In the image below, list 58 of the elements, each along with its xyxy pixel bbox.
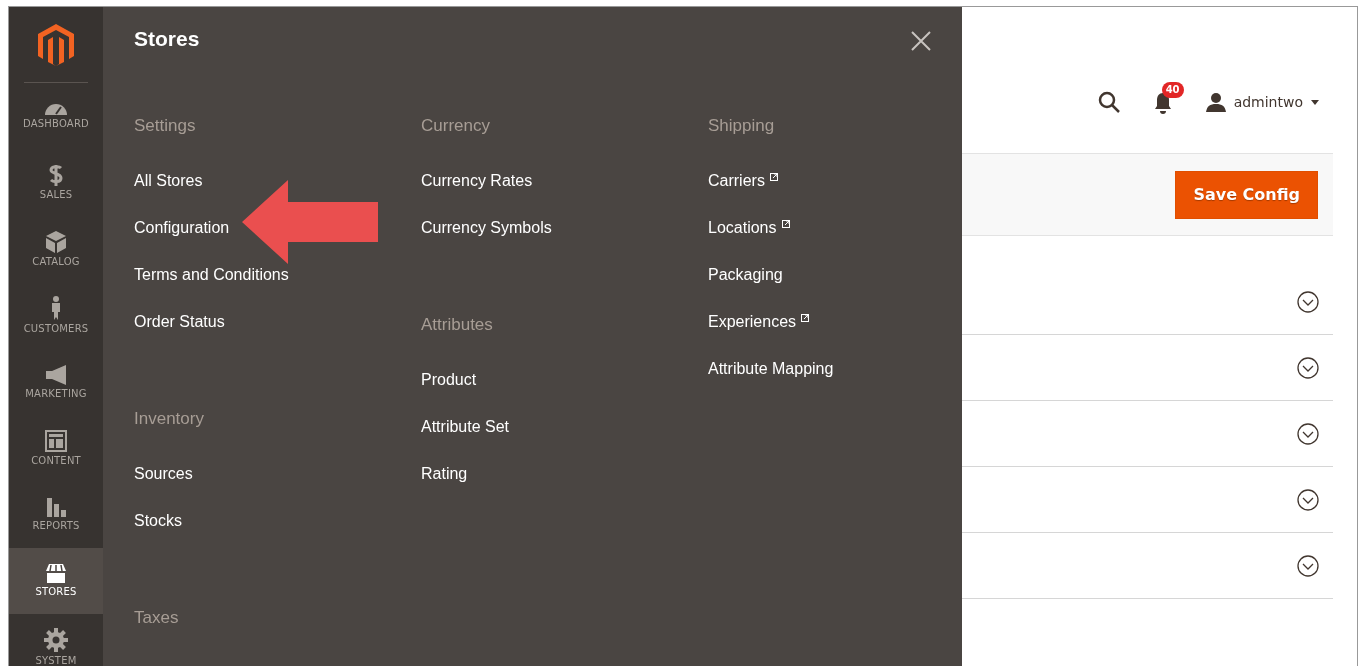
menu-link[interactable]: Locations (708, 218, 777, 237)
sidebar-item[interactable]: STORES (9, 547, 103, 615)
sidebar-item[interactable]: MARKETING (9, 348, 103, 415)
menu-group-heading: Shipping (708, 116, 775, 135)
menu-link[interactable]: Order Status (134, 312, 225, 331)
stores-icon (46, 564, 66, 584)
expand-icon[interactable] (1297, 422, 1319, 445)
menu-link[interactable]: Carriers (708, 171, 765, 190)
sidebar-item[interactable]: CATALOG (9, 215, 103, 283)
menu-link[interactable]: Currency Rates (421, 171, 533, 190)
menu-link[interactable]: Configuration (134, 218, 230, 237)
customers-icon (52, 296, 60, 321)
sidebar-item[interactable]: SALES (9, 149, 103, 216)
menu-link[interactable]: Stocks (134, 511, 182, 530)
catalog-icon (46, 230, 66, 253)
sidebar-item[interactable]: CONTENT (9, 414, 103, 482)
expand-icon[interactable] (1297, 290, 1319, 313)
reports-icon (46, 498, 66, 518)
menu-group-heading: Taxes (134, 608, 179, 627)
menu-link[interactable]: Attribute Set (421, 417, 510, 436)
caret-icon (1311, 99, 1319, 105)
expand-icon[interactable] (1297, 554, 1319, 577)
search-icon[interactable] (1097, 91, 1120, 113)
menu-link[interactable]: Currency Symbols (421, 218, 552, 237)
menu-link[interactable]: Rating (421, 464, 468, 483)
menu-link[interactable]: Terms and Conditions (134, 265, 289, 284)
logo-icon[interactable] (38, 23, 74, 66)
menu-link[interactable]: Experiences (708, 312, 797, 331)
external-link-icon (781, 219, 790, 228)
menu-group-heading: Currency (421, 116, 490, 135)
menu-group-heading: Settings (134, 116, 196, 135)
dashboard-icon (45, 103, 67, 115)
sidebar-item[interactable]: REPORTS (9, 481, 103, 548)
notification-badge: 40 (1161, 82, 1184, 98)
menu-link[interactable]: Attribute Mapping (708, 359, 834, 378)
sidebar-item[interactable]: CUSTOMERS (9, 282, 103, 349)
close-icon[interactable] (909, 29, 933, 53)
sidebar-item[interactable]: DASHBOARD (9, 83, 103, 150)
menu-group-heading: Inventory (134, 409, 204, 428)
sidebar-item[interactable]: SYSTEM (9, 614, 103, 666)
external-link-icon (769, 172, 778, 181)
menu-group-heading: Attributes (421, 315, 493, 334)
external-link-icon (801, 313, 810, 322)
expand-icon[interactable] (1297, 356, 1319, 379)
user-menu[interactable]: admintwo (1205, 92, 1319, 112)
marketing-icon (46, 364, 66, 385)
system-icon (44, 628, 68, 653)
sales-icon (48, 165, 64, 187)
menu-link[interactable]: Packaging (708, 265, 783, 284)
menu-link[interactable]: All Stores (134, 171, 203, 190)
expand-icon[interactable] (1297, 488, 1319, 511)
menu-title: Stores (134, 26, 200, 52)
menu-link[interactable]: Product (421, 370, 477, 389)
menu-link[interactable]: Sources (134, 464, 193, 483)
user-icon (1205, 92, 1226, 112)
content-icon (45, 430, 67, 453)
save-config-button[interactable]: Save Config (1175, 170, 1318, 219)
bell-icon[interactable] (1153, 92, 1172, 114)
